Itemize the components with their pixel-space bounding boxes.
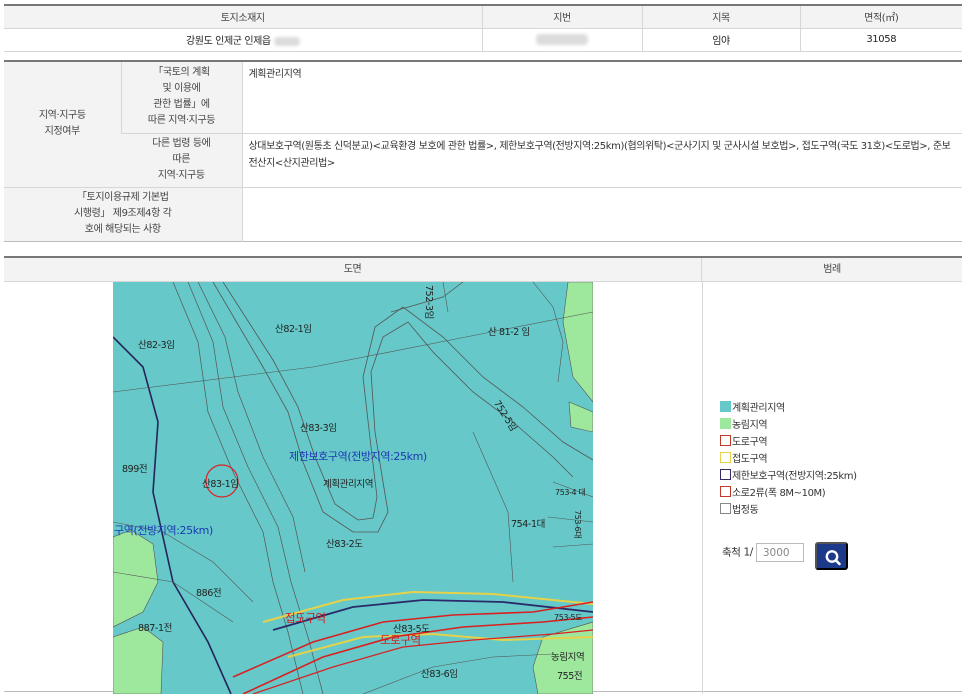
- map-label: 899전: [122, 464, 148, 475]
- map-label: 887-1전: [138, 623, 172, 634]
- location-cell: 강원도 인제군 인제읍: [4, 28, 482, 52]
- map-label: 계획관리지역: [323, 479, 374, 490]
- redacted-lot-number: [536, 33, 588, 45]
- scale-input[interactable]: [755, 543, 804, 562]
- swatch-legal-dong: [720, 503, 731, 514]
- farm-zone-bottom-left: [113, 626, 164, 694]
- other-law-value: 상대보호구역(원통초 신덕분교)<교육환경 보호에 관한 법률>, 제한보호구역…: [241, 133, 962, 188]
- map-label: 농림지역: [551, 652, 585, 663]
- swatch-road-zone: [720, 435, 731, 446]
- swatch-restricted-zone: [720, 469, 731, 480]
- map-label: 753-5도: [554, 613, 583, 622]
- parcel-table: 토지소재지 지번 지목 면적(㎡) 강원도 인제군 인제읍 임야 31058: [4, 4, 962, 52]
- panel-divider: [702, 282, 703, 694]
- enforcement-value: [241, 187, 962, 241]
- land-category-value: 임야: [641, 28, 800, 52]
- map-label: 산82-1임: [275, 324, 312, 335]
- legend-item: 접도구역: [720, 451, 857, 468]
- scale-search-button[interactable]: [815, 542, 848, 570]
- legend-item: 제한보호구역(전방지역:25km): [720, 468, 857, 485]
- other-law-label: 다른 법령 등에 따른 지역·지구등: [121, 133, 242, 188]
- area-value: 31058: [799, 28, 962, 52]
- location-value: 강원도 인제군 인제읍: [185, 36, 271, 47]
- map-label: 산83-2도: [326, 539, 363, 550]
- legend-item: 농림지역: [720, 417, 857, 434]
- map-header: 도면: [4, 258, 702, 282]
- national-law-label: 「국토의 계획 및 이용에 관한 법률」에 따른 지역·지구등: [120, 61, 242, 134]
- header-area: 면적(㎡): [799, 5, 962, 29]
- parcel-line-v: [442, 282, 449, 313]
- legend-label: 계획관리지역: [732, 403, 785, 414]
- redacted-address: [273, 36, 300, 46]
- legend-item: 계획관리지역: [720, 400, 857, 417]
- legend-label: 접도구역: [732, 454, 768, 465]
- parcel-line-right: [532, 282, 564, 383]
- header-land-category: 지목: [641, 5, 800, 29]
- farm-zone-top-right: [562, 282, 593, 403]
- header-lot-number: 지번: [481, 5, 642, 29]
- road-loop-outer: [212, 282, 574, 533]
- swatch-planning-zone: [720, 401, 731, 412]
- swatch-small-road: [720, 486, 731, 497]
- legend-label: 법정동: [732, 505, 759, 516]
- map-label: 753-4 대: [555, 488, 586, 497]
- map-label: 753-6대: [573, 510, 582, 539]
- lot-number-cell: [481, 28, 642, 52]
- map-label: 산 81-2 임: [488, 327, 530, 338]
- legend-item: 법정동: [720, 502, 857, 519]
- map-label: 886전: [196, 588, 222, 599]
- legend-label: 농림지역: [732, 420, 768, 431]
- search-icon: [825, 550, 841, 566]
- legend-item: 도로구역: [720, 434, 857, 451]
- legend-label: 소로2류(폭 8M~10M): [732, 488, 826, 499]
- legend-list: 계획관리지역 농림지역 도로구역 접도구역 제한보호구역(전방지역:25km) …: [720, 400, 857, 519]
- parcel-line-836: [362, 653, 554, 694]
- map-label: 산83-3임: [300, 423, 337, 434]
- header-location: 토지소재지: [4, 5, 482, 29]
- zoning-row-label: 지역·지구등 지정여부: [4, 61, 121, 188]
- map-label: 752-3임: [423, 285, 434, 319]
- legend-label: 제한보호구역(전방지역:25km): [732, 471, 857, 482]
- swatch-farm-zone: [720, 418, 731, 429]
- road-loop-inner: [222, 282, 593, 521]
- enforcement-label: 「토지이용규제 기본법 시행령」 제9조제4항 각 호에 해당되는 사항: [4, 187, 242, 241]
- scale-label: 축척 1/: [722, 546, 753, 559]
- map-label: 754-1대: [511, 519, 545, 530]
- map-label: 제한보호구역(전방지역:25km): [289, 450, 427, 463]
- map-label: 구역(전방지역:25km): [114, 524, 213, 537]
- scale-control: 축척 1/: [722, 543, 804, 562]
- map-label: 산83-1임: [202, 479, 239, 490]
- map-label: 산83-6임: [421, 669, 458, 680]
- national-law-value: 계획관리지역: [241, 61, 962, 134]
- map-label: 도로구역: [380, 633, 421, 647]
- map-label: 접도구역: [285, 611, 326, 625]
- zoning-table: 지역·지구등 지정여부 「국토의 계획 및 이용에 관한 법률」에 따른 지역·…: [4, 60, 962, 242]
- legend-label: 도로구역: [732, 437, 768, 448]
- legend-header: 범례: [702, 258, 962, 282]
- swatch-setback-zone: [720, 452, 731, 463]
- map-label: 755전: [557, 671, 583, 682]
- cadastral-map[interactable]: 산82-1임 산82-3임 산 81-2 임 752-3임 752-5임 산83…: [113, 282, 593, 694]
- map-label: 산82-3임: [138, 340, 175, 351]
- legend-item: 소로2류(폭 8M~10M): [720, 485, 857, 502]
- parcel-line-754: [472, 431, 514, 583]
- farm-zone-right: [568, 401, 593, 433]
